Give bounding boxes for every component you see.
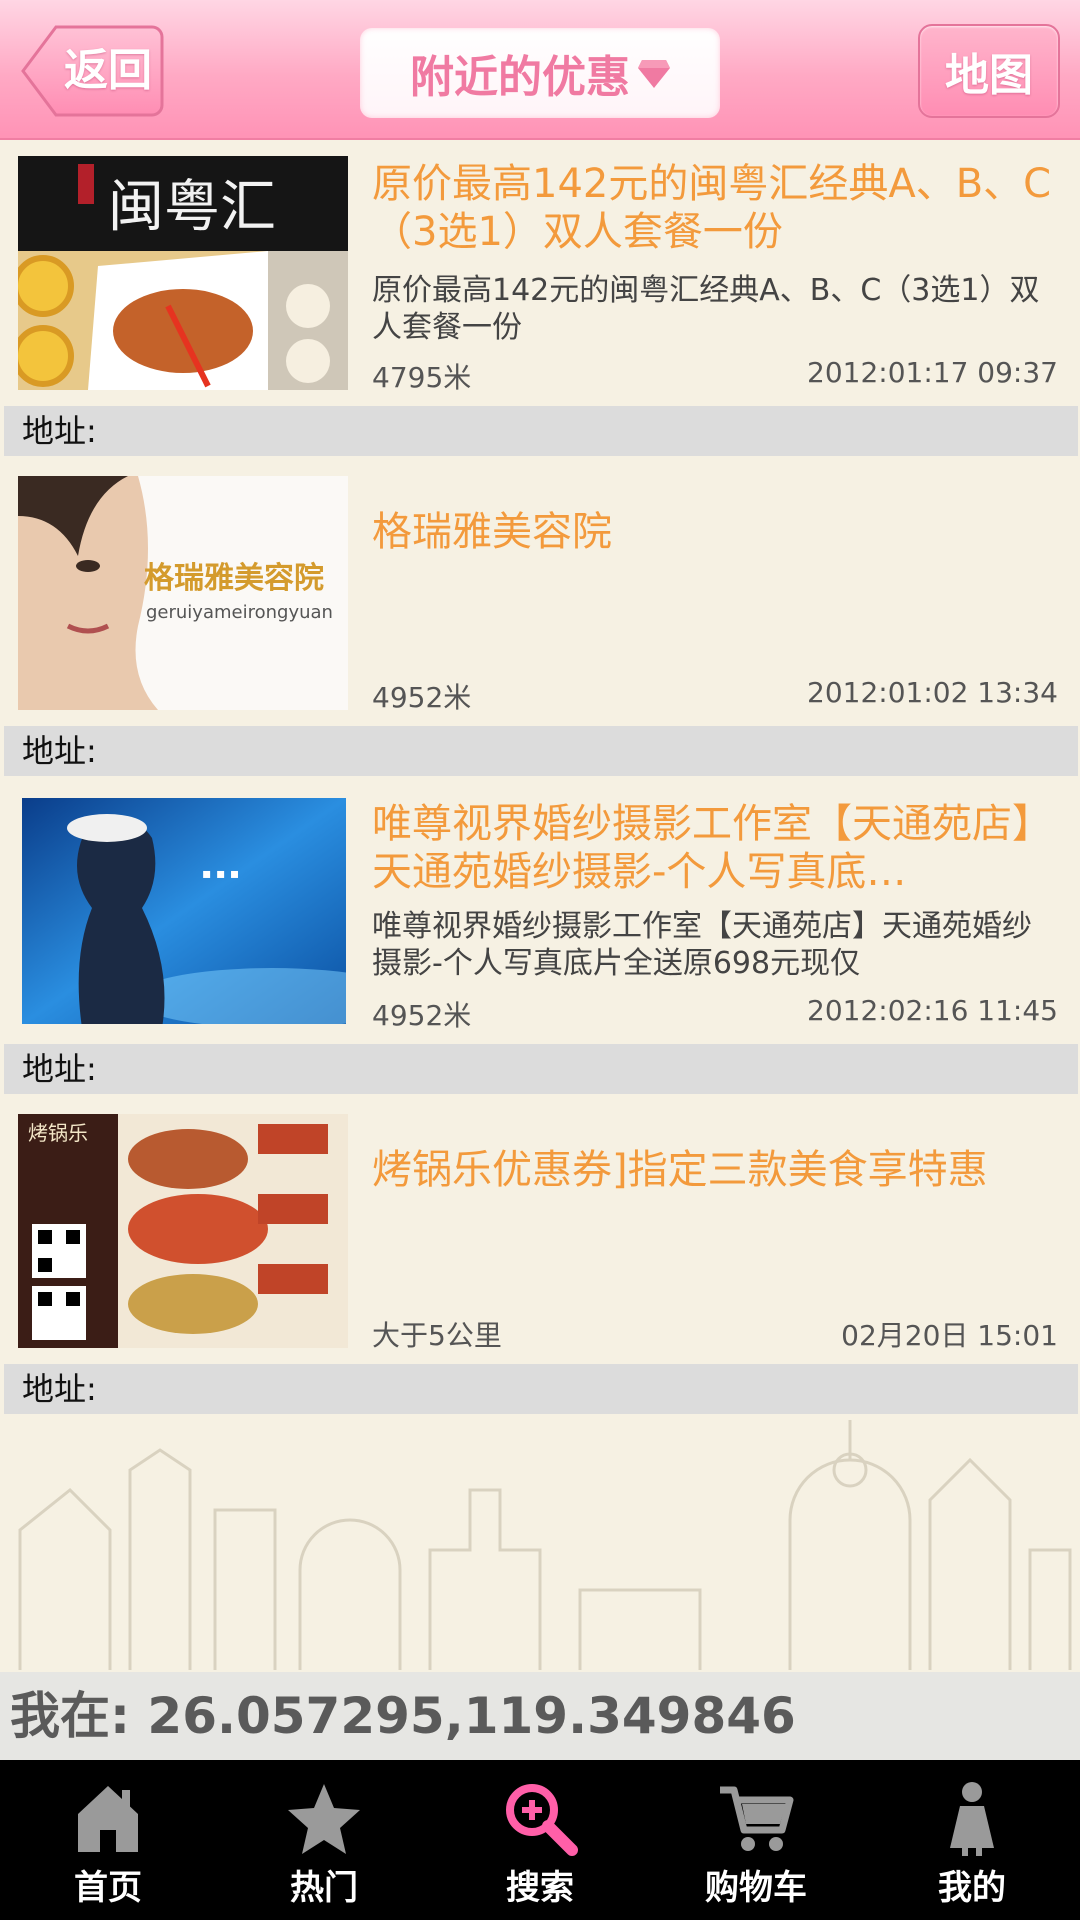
page-title: 附近的优惠 [410,52,630,103]
item-description: 原价最高142元的闽粤汇经典A、B、C（3选1）双人套餐一份 [372,273,1040,345]
address-bar: 地址: [4,726,1078,776]
item-distance: 4952米 [372,681,472,714]
person-icon [950,1782,994,1856]
item-thumbnail: 格瑞雅美容院 geruiyameirongyuan [18,476,348,710]
current-location: 我在: 26.057295,119.349846 [0,1672,1080,1760]
nav-label: 搜索 [506,1868,574,1908]
item-distance: 大于5公里 [372,1319,502,1352]
item-title: 烤锅乐优惠券]指定三款美食享特惠 [372,1147,988,1193]
list-item[interactable]: ▪ ▪ ▪ 唯尊视界婚纱摄影工作室【天通苑店】天通苑婚纱摄影-个人写真底… 唯尊… [0,776,1080,1048]
item-thumbnail: 闽粤汇 [18,156,348,390]
nav-mine[interactable]: 我的 [864,1760,1080,1920]
thumb-brand-text: 闽粤汇 [108,175,276,240]
map-button[interactable]: 地图 [918,24,1060,118]
list-item[interactable]: 烤锅乐 烤锅乐优惠券]指定三款美食享特惠 大于5公里 02月20日 15:01 [0,1094,1080,1366]
item-time: 2012:01:02 13:34 [807,676,1058,709]
nav-label: 我的 [938,1868,1006,1908]
item-thumbnail: 烤锅乐 [18,1114,348,1348]
page-title-box: 附近的优惠 [360,28,720,118]
nav-hot[interactable]: 热门 [216,1760,432,1920]
item-thumbnail: ▪ ▪ ▪ [22,798,346,1024]
back-button[interactable]: 返回 [20,24,165,118]
beauty-photo: 格瑞雅美容院 geruiyameirongyuan [18,476,348,710]
item-title: 唯尊视界婚纱摄影工作室【天通苑店】天通苑婚纱摄影-个人写真底… [372,801,1052,895]
nav-label: 热门 [290,1868,358,1908]
item-time: 2012:02:16 11:45 [807,994,1058,1027]
svg-text:▪ ▪ ▪: ▪ ▪ ▪ [202,866,239,882]
cart-icon [720,1786,794,1851]
item-distance: 4795米 [372,361,472,394]
bbq-coupon-photo: 烤锅乐 [18,1114,348,1348]
star-icon [288,1784,360,1854]
item-time: 02月20日 15:01 [841,1319,1058,1352]
food-photo: 闽粤汇 [18,156,348,390]
item-title: 原价最高142元的闽粤汇经典A、B、C（3选1）双人套餐一份 [372,161,1052,255]
address-bar: 地址: [4,1044,1078,1094]
thumb-brand-text: 格瑞雅美容院 [144,561,324,596]
home-icon [78,1786,138,1852]
bottom-nav: 首页 热门 搜索 购物车 我的 [0,1760,1080,1920]
diamond-heart-icon [638,60,670,88]
city-sketch-background [18,1420,1072,1670]
address-bar: 地址: [4,406,1078,456]
list-item[interactable]: 闽粤汇 原价最高142元的闽粤汇经典A、B、C（3选1）双人套餐一份 原价最高1… [0,140,1080,412]
item-description: 唯尊视界婚纱摄影工作室【天通苑店】天通苑婚纱摄影-个人写真底片全送原698元现仅 [372,909,1032,981]
nav-label: 首页 [74,1868,142,1908]
thumb-brand-text: 烤锅乐 [28,1121,88,1145]
nav-home[interactable]: 首页 [0,1760,216,1920]
search-icon [506,1784,578,1856]
map-label: 地图 [945,50,1033,101]
list-item[interactable]: 格瑞雅美容院 geruiyameirongyuan 格瑞雅美容院 4952米 2… [0,456,1080,728]
nav-search[interactable]: 搜索 [432,1760,648,1920]
top-bar: 返回 附近的优惠 地图 [0,0,1080,140]
wedding-photo: ▪ ▪ ▪ [22,798,346,1024]
back-label: 返回 [64,45,152,96]
address-bar: 地址: [4,1364,1078,1414]
item-time: 2012:01:17 09:37 [807,356,1058,389]
item-title: 格瑞雅美容院 [372,509,612,555]
nav-cart[interactable]: 购物车 [648,1760,864,1920]
item-distance: 4952米 [372,999,472,1032]
nav-label: 购物车 [705,1868,807,1908]
thumb-brand-subtext: geruiyameirongyuan [146,602,333,623]
